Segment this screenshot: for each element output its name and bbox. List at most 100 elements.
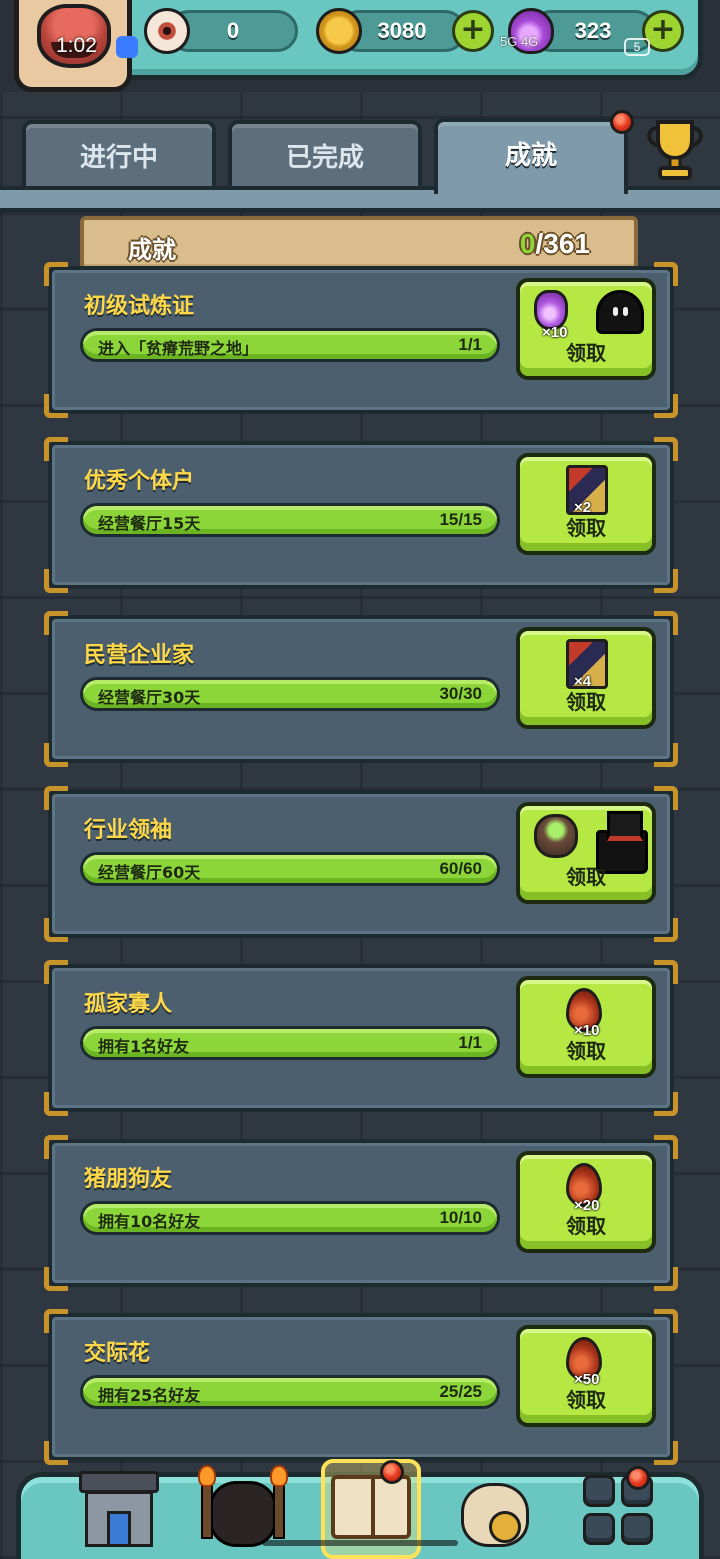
tab-label: 成就 — [504, 141, 557, 171]
potion-count: 323 — [574, 18, 612, 43]
claim-label: 领取 — [566, 516, 606, 540]
claim-label: 领取 — [566, 865, 606, 889]
achievement-card: 猪朋狗友拥有10名好友 10/10 ×20 领取 — [44, 1135, 678, 1291]
eyeball-currency-icon — [144, 8, 190, 54]
card-frame-corner — [44, 960, 68, 984]
card-frame-corner — [654, 1135, 678, 1159]
claim-reward-button[interactable]: ×4 领取 — [516, 627, 656, 729]
tab-in-progress[interactable]: 进行中 — [22, 120, 216, 192]
achievement-task: 经营餐厅30天 — [98, 688, 201, 707]
network-signal-icon: 5G 4G — [500, 34, 539, 49]
eyeball-count: 0 — [226, 18, 240, 43]
menu-badge — [626, 1466, 650, 1490]
coin-currency-icon — [316, 8, 362, 54]
card-frame-corner — [44, 1441, 68, 1465]
card-frame-corner — [654, 918, 678, 942]
card-frame-corner — [654, 1092, 678, 1116]
card-frame-corner — [44, 611, 68, 635]
achievement-counter: 0/361 — [520, 228, 590, 260]
achievement-title: 初级试炼证 — [84, 294, 195, 319]
status-time: 1:02 — [56, 34, 97, 57]
claim-reward-button[interactable]: ×2 领取 — [516, 453, 656, 555]
card-frame-corner — [654, 1441, 678, 1465]
achievement-card: 孤家寡人拥有1名好友 1/1 ×10 领取 — [44, 960, 678, 1116]
card-frame-corner — [44, 1309, 68, 1333]
achievement-task: 拥有1名好友 — [98, 1037, 190, 1056]
tab-label: 已完成 — [285, 143, 364, 173]
achievement-progress-bar: 经营餐厅60天 60/60 — [80, 852, 500, 886]
app-indicator-icon — [116, 36, 138, 58]
progress-count: 60/60 — [439, 859, 482, 878]
claim-reward-button[interactable]: ×50 领取 — [516, 1325, 656, 1427]
card-frame-corner — [44, 569, 68, 593]
card-frame-corner — [44, 743, 68, 767]
achievement-card: 初级试炼证进入「贫瘠荒野之地」 1/1 ×10 领取 — [44, 262, 678, 418]
card-frame-corner — [654, 1309, 678, 1333]
achievement-title: 优秀个体户 — [84, 469, 195, 494]
coin-count: 3080 — [377, 18, 427, 43]
card-frame-corner — [654, 262, 678, 286]
progress-count: 10/10 — [439, 1208, 482, 1227]
achievements-done: 0 — [519, 228, 536, 259]
achievement-progress-bar: 拥有25名好友 25/25 — [80, 1375, 500, 1409]
card-frame-corner — [654, 1267, 678, 1291]
achievement-progress-bar: 经营餐厅30天 30/30 — [80, 677, 500, 711]
battery-level: 5 — [633, 40, 641, 54]
card-frame-corner — [44, 394, 68, 418]
achievement-title: 行业领袖 — [84, 818, 173, 843]
claim-label: 领取 — [566, 1388, 606, 1412]
achievement-title: 猪朋狗友 — [84, 1167, 173, 1192]
achievement-title: 交际花 — [84, 1341, 151, 1366]
card-frame-corner — [654, 786, 678, 810]
card-frame-corner — [44, 437, 68, 461]
achievement-task: 经营餐厅15天 — [98, 514, 201, 533]
progress-count: 1/1 — [458, 1033, 482, 1052]
achievement-title: 民营企业家 — [84, 643, 195, 668]
claim-label: 领取 — [566, 1214, 606, 1238]
progress-count: 30/30 — [439, 684, 482, 703]
grid-menu-icon[interactable] — [581, 1471, 665, 1555]
claim-reward-button[interactable]: ×10 领取 — [516, 976, 656, 1078]
restaurant-shop-icon[interactable] — [77, 1471, 161, 1555]
card-frame-corner — [44, 1135, 68, 1159]
tab-achievements[interactable]: 成就 — [434, 118, 628, 194]
tab-completed[interactable]: 已完成 — [228, 120, 422, 192]
achievement-progress-bar: 拥有10名好友 10/10 — [80, 1201, 500, 1235]
achievement-task: 进入「贫瘠荒野之地」 — [98, 339, 259, 358]
card-frame-corner — [654, 394, 678, 418]
claim-reward-button[interactable]: ×10 领取 — [516, 278, 656, 380]
progress-count: 15/15 — [439, 510, 482, 529]
progress-count: 25/25 — [439, 1382, 482, 1401]
achievement-title: 孤家寡人 — [84, 992, 173, 1017]
achievement-card: 优秀个体户经营餐厅15天 15/15 ×2 领取 — [44, 437, 678, 593]
card-frame-corner — [44, 1092, 68, 1116]
achievement-task: 拥有25名好友 — [98, 1386, 201, 1405]
achievement-card: 交际花拥有25名好友 25/25 ×50 领取 — [44, 1309, 678, 1465]
achievement-progress-bar: 经营餐厅15天 15/15 — [80, 503, 500, 537]
card-frame-corner — [654, 437, 678, 461]
quest-book-badge — [380, 1460, 404, 1484]
battery-icon: 5 — [624, 38, 650, 56]
claim-label: 领取 — [566, 1039, 606, 1063]
claim-reward-button[interactable]: ×20 领取 — [516, 1151, 656, 1253]
achievement-task: 经营餐厅60天 — [98, 863, 201, 882]
claim-reward-button[interactable]: 领取 — [516, 802, 656, 904]
card-frame-corner — [44, 786, 68, 810]
claim-label: 领取 — [566, 341, 606, 365]
green-ore-rock-icon — [534, 814, 578, 858]
achievement-card: 民营企业家经营餐厅30天 30/30 ×4 领取 — [44, 611, 678, 767]
achievement-card: 行业领袖经营餐厅60天 60/60 领取 — [44, 786, 678, 942]
money-bag-icon[interactable] — [453, 1471, 537, 1555]
tab-notification-badge — [610, 110, 634, 134]
card-frame-corner — [654, 569, 678, 593]
card-frame-corner — [654, 960, 678, 984]
card-frame-corner — [44, 262, 68, 286]
home-indicator[interactable] — [262, 1540, 458, 1546]
add-coins-button[interactable]: + — [452, 10, 494, 52]
card-frame-corner — [654, 743, 678, 767]
achievements-total: /361 — [535, 228, 591, 259]
trophy-icon[interactable] — [640, 116, 710, 182]
achievement-progress-bar: 进入「贫瘠荒野之地」 1/1 — [80, 328, 500, 362]
tab-label: 进行中 — [79, 143, 158, 173]
card-frame-corner — [44, 1267, 68, 1291]
